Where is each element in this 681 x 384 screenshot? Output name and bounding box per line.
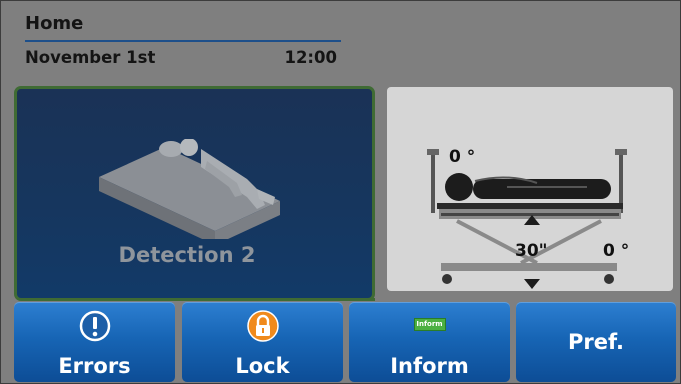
- inform-button[interactable]: Inform Inform: [349, 302, 510, 382]
- detection-label: Detection 2: [118, 243, 256, 267]
- inform-icon: Inform: [413, 318, 446, 331]
- errors-label: Errors: [58, 354, 131, 378]
- screen: Home November 1st 12:00 Detection 2 0 ° …: [0, 0, 681, 384]
- errors-button[interactable]: Errors: [14, 302, 175, 382]
- page-title: Home: [25, 13, 84, 34]
- head-angle-readout: 0 °: [449, 147, 476, 167]
- padlock-icon: [246, 310, 279, 342]
- lock-button[interactable]: Lock: [182, 302, 343, 382]
- height-readout: 30": [515, 241, 548, 261]
- pref-button[interactable]: Pref.: [516, 302, 676, 382]
- title-divider: [25, 40, 341, 42]
- bed-patient-icon: [99, 139, 280, 239]
- pref-label: Pref.: [568, 330, 624, 354]
- exclamation-icon: [79, 310, 110, 342]
- inform-label: Inform: [390, 354, 469, 378]
- time-label: 12:00: [284, 48, 337, 67]
- header: Home November 1st 12:00: [25, 13, 341, 72]
- date-time-row: November 1st 12:00: [25, 48, 341, 72]
- tilt-angle-readout: 0 °: [603, 241, 630, 261]
- bed-angle-panel[interactable]: 0 ° 30" 0 °: [387, 87, 673, 291]
- lock-label: Lock: [235, 354, 290, 378]
- date-label: November 1st: [25, 48, 156, 67]
- detection-tile[interactable]: Detection 2: [14, 86, 375, 301]
